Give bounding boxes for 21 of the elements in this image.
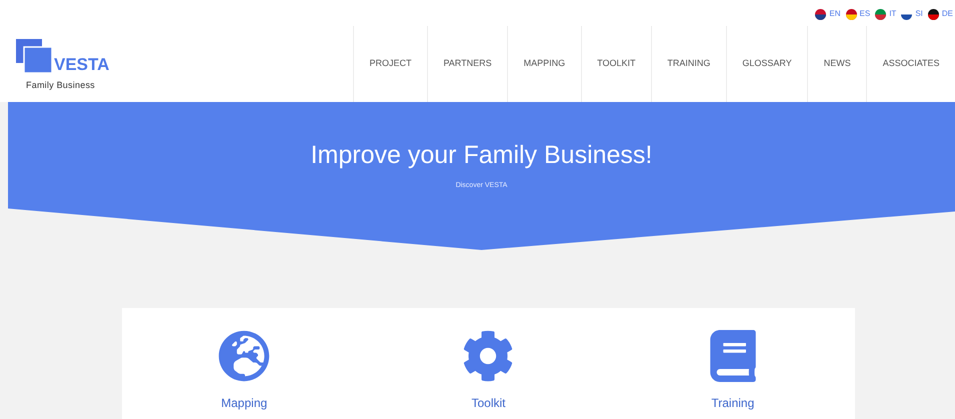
globe-icon [218, 330, 270, 382]
flag-icon [846, 8, 857, 20]
flag-icon [875, 8, 886, 20]
flag-icon [815, 8, 826, 20]
feature-link[interactable]: Mapping [122, 330, 366, 412]
feature-label: Mapping [221, 395, 268, 412]
feature-link[interactable]: Toolkit [366, 330, 611, 412]
gear-icon [462, 330, 514, 382]
language-link[interactable]: SI [915, 8, 923, 20]
feature-link[interactable]: Training [610, 330, 855, 412]
logo-name: VESTA [54, 56, 110, 72]
logo-icon [16, 38, 52, 72]
hero-title: Improve your Family Business! [310, 140, 652, 171]
language-link[interactable]: ES [860, 8, 870, 20]
flag-icon [928, 8, 939, 20]
language-link[interactable]: IT [889, 8, 896, 20]
language-link[interactable]: DE [942, 8, 953, 20]
language-link[interactable]: EN [829, 8, 841, 20]
feature-label: Toolkit [471, 395, 506, 412]
feature-label: Training [711, 395, 754, 412]
logo-tagline: Family Business [26, 78, 96, 92]
